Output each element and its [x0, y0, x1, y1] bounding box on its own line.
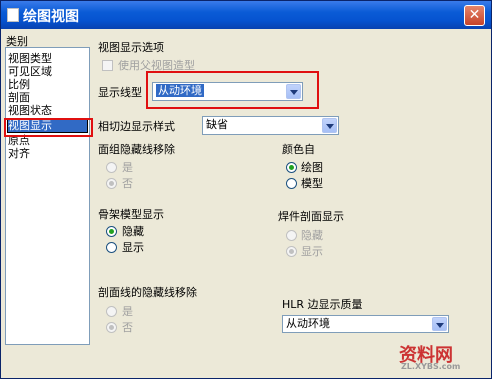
color-from-model-radio[interactable]: [286, 178, 297, 189]
chevron-down-icon[interactable]: [432, 317, 447, 331]
color-from-drawing-label: 绘图: [301, 161, 323, 174]
category-item-section[interactable]: 剖面: [8, 91, 87, 104]
skeleton-hide-label: 隐藏: [122, 225, 144, 238]
skeleton-show-radio[interactable]: [106, 242, 117, 253]
display-style-highlight-annotation: [146, 71, 319, 109]
weld-show-radio[interactable]: [286, 246, 297, 257]
face-group-yes-label: 是: [122, 161, 133, 174]
color-from-drawing-radio[interactable]: [286, 162, 297, 173]
category-item-view-type[interactable]: 视图类型: [8, 52, 87, 65]
category-item-view-state[interactable]: 视图状态: [8, 104, 87, 117]
face-group-no-radio[interactable]: [106, 178, 117, 189]
section-yes-radio[interactable]: [106, 306, 117, 317]
title-bar: 绘图视图 ✕: [1, 1, 491, 29]
tangent-style-value: 缺省: [206, 118, 228, 131]
category-item-visible-area[interactable]: 可见区域: [8, 65, 87, 78]
watermark-url: ZL.XYBS.com: [401, 362, 461, 371]
weld-section-label: 焊件剖面显示: [278, 210, 344, 223]
section-no-radio[interactable]: [106, 322, 117, 333]
category-item-scale[interactable]: 比例: [8, 78, 87, 91]
section-no-label: 否: [122, 321, 133, 334]
hlr-quality-dropdown[interactable]: 从动环境: [282, 315, 449, 333]
use-parent-checkbox[interactable]: [102, 60, 113, 71]
color-from-label: 颜色自: [282, 143, 315, 156]
face-group-hidden-label: 面组隐藏线移除: [98, 143, 175, 156]
skeleton-display-label: 骨架模型显示: [98, 208, 164, 221]
category-list[interactable]: 视图类型 可见区域 比例 剖面 视图状态 视图显示 原点 对齐: [5, 47, 90, 345]
weld-show-label: 显示: [301, 245, 323, 258]
skeleton-show-label: 显示: [122, 241, 144, 254]
color-from-model-label: 模型: [301, 177, 323, 190]
weld-hide-label: 隐藏: [301, 229, 323, 242]
dialog-title: 绘图视图: [23, 9, 79, 25]
view-display-group-label: 视图显示选项: [98, 41, 164, 54]
tangent-style-dropdown[interactable]: 缺省: [202, 116, 339, 135]
weld-hide-radio[interactable]: [286, 230, 297, 241]
drawing-view-dialog: 绘图视图 ✕ 类别 视图类型 可见区域 比例 剖面 视图状态 视图显示 原点 对…: [0, 0, 492, 379]
category-item-alignment[interactable]: 对齐: [8, 147, 87, 160]
chevron-down-icon[interactable]: [322, 118, 337, 133]
skeleton-hide-radio[interactable]: [106, 226, 117, 237]
dialog-icon: [7, 8, 19, 22]
section-hidden-label: 剖面线的隐藏线移除: [98, 286, 197, 299]
section-yes-label: 是: [122, 305, 133, 318]
face-group-yes-radio[interactable]: [106, 162, 117, 173]
hlr-quality-value: 从动环境: [286, 317, 330, 330]
display-style-label: 显示线型: [98, 86, 142, 99]
tangent-style-label: 相切边显示样式: [98, 120, 175, 133]
hlr-quality-label: HLR 边显示质量: [282, 298, 363, 311]
close-button[interactable]: ✕: [464, 5, 485, 26]
category-highlight-annotation: [4, 118, 93, 137]
face-group-no-label: 否: [122, 177, 133, 190]
